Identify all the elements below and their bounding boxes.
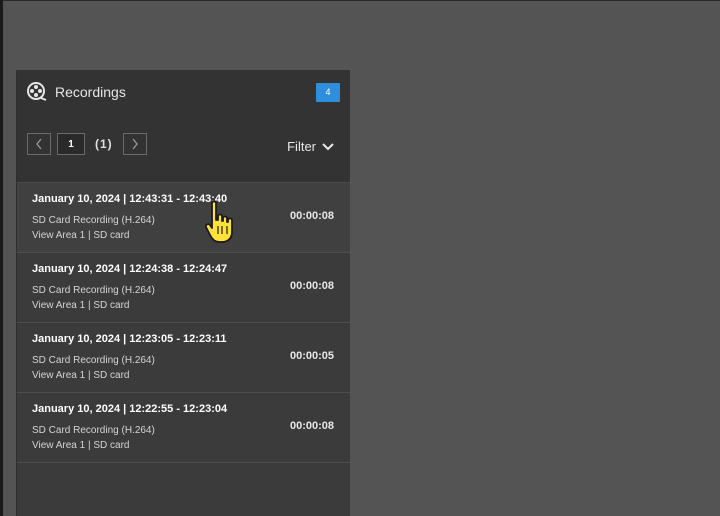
left-border: [0, 0, 3, 516]
current-page-field[interactable]: 1: [57, 133, 85, 155]
recording-item[interactable]: January 10, 2024 | 12:24:38 - 12:24:47 S…: [17, 253, 350, 323]
recording-duration: 00:00:05: [289, 350, 334, 362]
recording-source: View Area 1 | SD card: [32, 300, 130, 311]
film-reel-icon: [27, 82, 47, 102]
recordings-panel: Recordings 4 1 (1) Filter January 10, 20…: [16, 70, 350, 516]
total-pages-label: (1): [95, 137, 113, 151]
chevron-left-icon: [36, 138, 42, 150]
filter-label: Filter: [287, 139, 316, 154]
recording-type: SD Card Recording (H.264): [32, 355, 155, 366]
chevron-down-icon: [322, 142, 334, 150]
next-page-button[interactable]: [122, 133, 147, 155]
recording-time: January 10, 2024 | 12:23:05 - 12:23:11: [32, 333, 227, 345]
recording-duration: 00:00:08: [289, 280, 334, 292]
recording-item[interactable]: January 10, 2024 | 12:22:55 - 12:23:04 S…: [17, 393, 350, 463]
recording-duration: 00:00:08: [289, 420, 334, 432]
recording-item[interactable]: January 10, 2024 | 12:23:05 - 12:23:11 S…: [17, 323, 350, 393]
screen: Recordings 4 1 (1) Filter January 10, 20…: [0, 0, 720, 516]
recordings-count-badge: 4: [316, 83, 340, 102]
recording-type: SD Card Recording (H.264): [32, 285, 155, 296]
recording-source: View Area 1 | SD card: [32, 230, 130, 241]
filter-dropdown[interactable]: Filter: [287, 139, 334, 154]
recording-source: View Area 1 | SD card: [32, 440, 130, 451]
recording-duration: 00:00:08: [289, 210, 334, 222]
recording-time: January 10, 2024 | 12:43:31 - 12:43:40: [32, 193, 228, 205]
chevron-right-icon: [132, 138, 138, 150]
panel-title: Recordings: [55, 84, 126, 100]
panel-title-row: Recordings: [27, 82, 126, 102]
recording-item[interactable]: January 10, 2024 | 12:43:31 - 12:43:40 S…: [17, 183, 350, 253]
recording-type: SD Card Recording (H.264): [32, 215, 155, 226]
top-border: [0, 0, 720, 1]
recording-time: January 10, 2024 | 12:22:55 - 12:23:04: [32, 403, 228, 415]
recordings-list: January 10, 2024 | 12:43:31 - 12:43:40 S…: [17, 182, 350, 463]
panel-header: Recordings 4 1 (1) Filter: [17, 70, 350, 182]
recording-source: View Area 1 | SD card: [32, 370, 130, 381]
hand-pointer-icon: [204, 200, 233, 243]
recording-type: SD Card Recording (H.264): [32, 425, 155, 436]
prev-page-button[interactable]: [27, 133, 51, 155]
pagination: 1 (1): [27, 133, 147, 155]
recording-time: January 10, 2024 | 12:24:38 - 12:24:47: [32, 263, 228, 275]
